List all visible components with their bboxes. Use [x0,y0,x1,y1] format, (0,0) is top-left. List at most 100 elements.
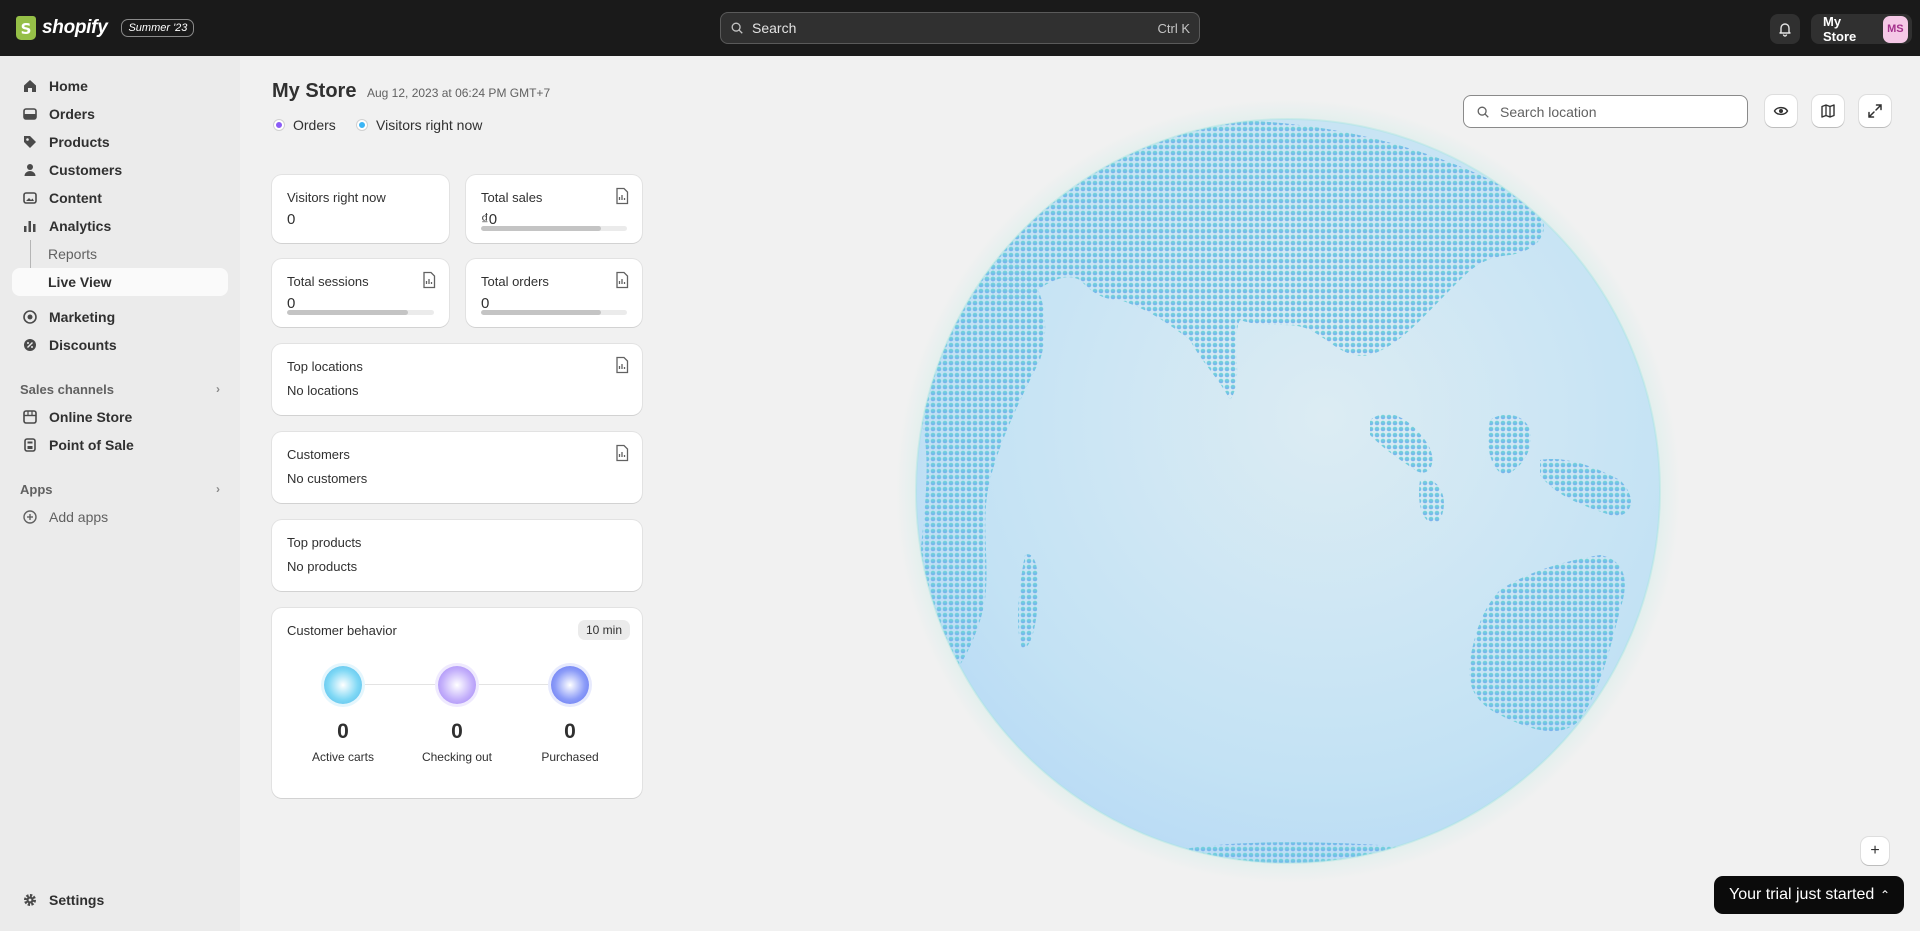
card-title: Customers [287,447,350,462]
sidebar-item-reports[interactable]: Reports [12,240,228,268]
sidebar-item-label: Settings [49,892,105,908]
tag-icon [22,134,38,150]
stage-value: 0 [451,720,463,743]
card-title: Top products [287,535,362,550]
sidebar-item-orders[interactable]: Orders [12,100,228,128]
total-sessions-card[interactable]: Total sessions 0 [272,259,449,327]
stage-label: Checking out [421,750,493,764]
chevron-up-icon: ⌃ [1879,888,1890,902]
metric-label: Total orders [481,274,549,289]
bar-chart-icon [22,218,38,234]
legend-visitors[interactable]: Visitors right now [357,117,482,133]
sidebar: Home Orders Products Customers Content A… [0,56,240,931]
stage-label: Purchased [541,750,599,764]
eye-icon [1773,106,1789,116]
sidebar-item-label: Discounts [49,337,117,353]
gear-icon [22,892,38,908]
metric-label: Total sales [481,190,543,205]
image-icon [22,190,38,206]
section-label: Apps [20,481,53,497]
map-icon [1821,104,1835,118]
location-search-placeholder: Search location [1500,103,1597,120]
sidebar-item-home[interactable]: Home [12,72,228,100]
expand-icon [1868,104,1882,118]
page-timestamp: Aug 12, 2023 at 06:24 PM GMT+7 [367,86,551,100]
sidebar-item-live-view[interactable]: Live View [12,268,228,296]
time-window-badge[interactable]: 10 min [577,620,630,640]
bell-icon [1779,23,1791,37]
sidebar-item-label: Products [49,134,110,150]
empty-state-text: No products [287,559,358,574]
pos-icon [22,437,38,453]
empty-state-text: No locations [287,383,359,398]
top-locations-card[interactable]: Top locations No locations [272,344,642,415]
zoom-in-button[interactable]: + [1861,837,1889,865]
sessions-progress-fill [287,310,408,315]
sidebar-item-content[interactable]: Content [12,184,228,212]
visitors-card[interactable]: Visitors right now 0 [272,175,449,243]
top-products-card[interactable]: Top products No products [272,520,642,591]
globe-rim [915,118,1661,864]
customers-card[interactable]: Customers No customers [272,432,642,503]
report-icon[interactable] [614,187,630,205]
legend-orders[interactable]: Orders [274,117,336,133]
card-title: Top locations [287,359,363,374]
toggle-visibility-button[interactable] [1765,95,1797,127]
sidebar-item-label: Marketing [49,309,116,325]
stage-value: 0 [564,720,576,743]
total-orders-card[interactable]: Total orders 0 [466,259,642,327]
sidebar-item-discounts[interactable]: Discounts [12,331,228,359]
report-icon[interactable] [614,444,630,462]
orders-icon [22,106,38,122]
metric-value: 0 [287,211,296,228]
store-name: My Store [1823,14,1857,44]
checking-out-orb: · [438,666,476,704]
section-label: Sales channels [20,381,114,397]
sidebar-item-add-apps[interactable]: Add apps [12,503,228,531]
fullscreen-button[interactable] [1859,95,1891,127]
sidebar-item-customers[interactable]: Customers [12,156,228,184]
sidebar-item-label: Analytics [49,218,112,234]
stage-purchased: · 0 Purchased [525,666,615,764]
purchased-orb: · [551,666,589,704]
store-menu-button[interactable]: My Store MS [1811,14,1912,44]
trial-banner-button[interactable]: Your trial just started ⌃ [1714,876,1904,914]
edition-badge[interactable]: Summer '23 [121,19,195,37]
sidebar-item-marketing[interactable]: Marketing [12,303,228,331]
location-search-input[interactable]: Search location [1463,95,1748,128]
apps-heading[interactable]: Apps › [20,479,220,499]
report-icon[interactable] [421,271,437,289]
report-icon[interactable] [614,356,630,374]
orders-legend-dot [274,120,284,130]
sidebar-item-settings[interactable]: Settings [12,886,228,914]
trial-banner-text: Your trial just started [1729,886,1875,903]
global-search[interactable]: Search Ctrl K [720,12,1200,44]
sidebar-item-label: Add apps [49,509,109,525]
map-view-button[interactable] [1812,95,1844,127]
sidebar-item-point-of-sale[interactable]: Point of Sale [12,431,228,459]
target-icon [22,309,38,325]
sidebar-item-analytics[interactable]: Analytics [12,212,228,240]
report-icon[interactable] [614,271,630,289]
home-icon [22,78,38,94]
stage-checking-out: · 0 Checking out [412,666,502,764]
sidebar-item-products[interactable]: Products [12,128,228,156]
customer-behavior-card: Customer behavior 10 min · 0 Active cart… [272,608,642,798]
plus-circle-icon [22,509,38,525]
stage-active-carts: · 0 Active carts [298,666,388,764]
empty-state-text: No customers [287,471,368,486]
sessions-progress-bar [287,310,434,315]
orders-progress-fill [481,310,601,315]
metric-label: Visitors right now [287,190,386,205]
card-title: Customer behavior [287,623,397,638]
shopify-logo[interactable]: S shopify Summer '23 [16,16,195,40]
search-shortcut: Ctrl K [1157,20,1191,36]
sales-channels-heading[interactable]: Sales channels › [20,379,220,399]
sidebar-item-online-store[interactable]: Online Store [12,403,228,431]
sidebar-item-label: Orders [49,106,95,122]
globe-landmass [917,119,1631,863]
notifications-button[interactable] [1770,14,1800,44]
legend-label: Orders [293,117,336,133]
total-sales-card[interactable]: Total sales ₫0 [466,175,642,243]
avatar: MS [1882,15,1908,43]
